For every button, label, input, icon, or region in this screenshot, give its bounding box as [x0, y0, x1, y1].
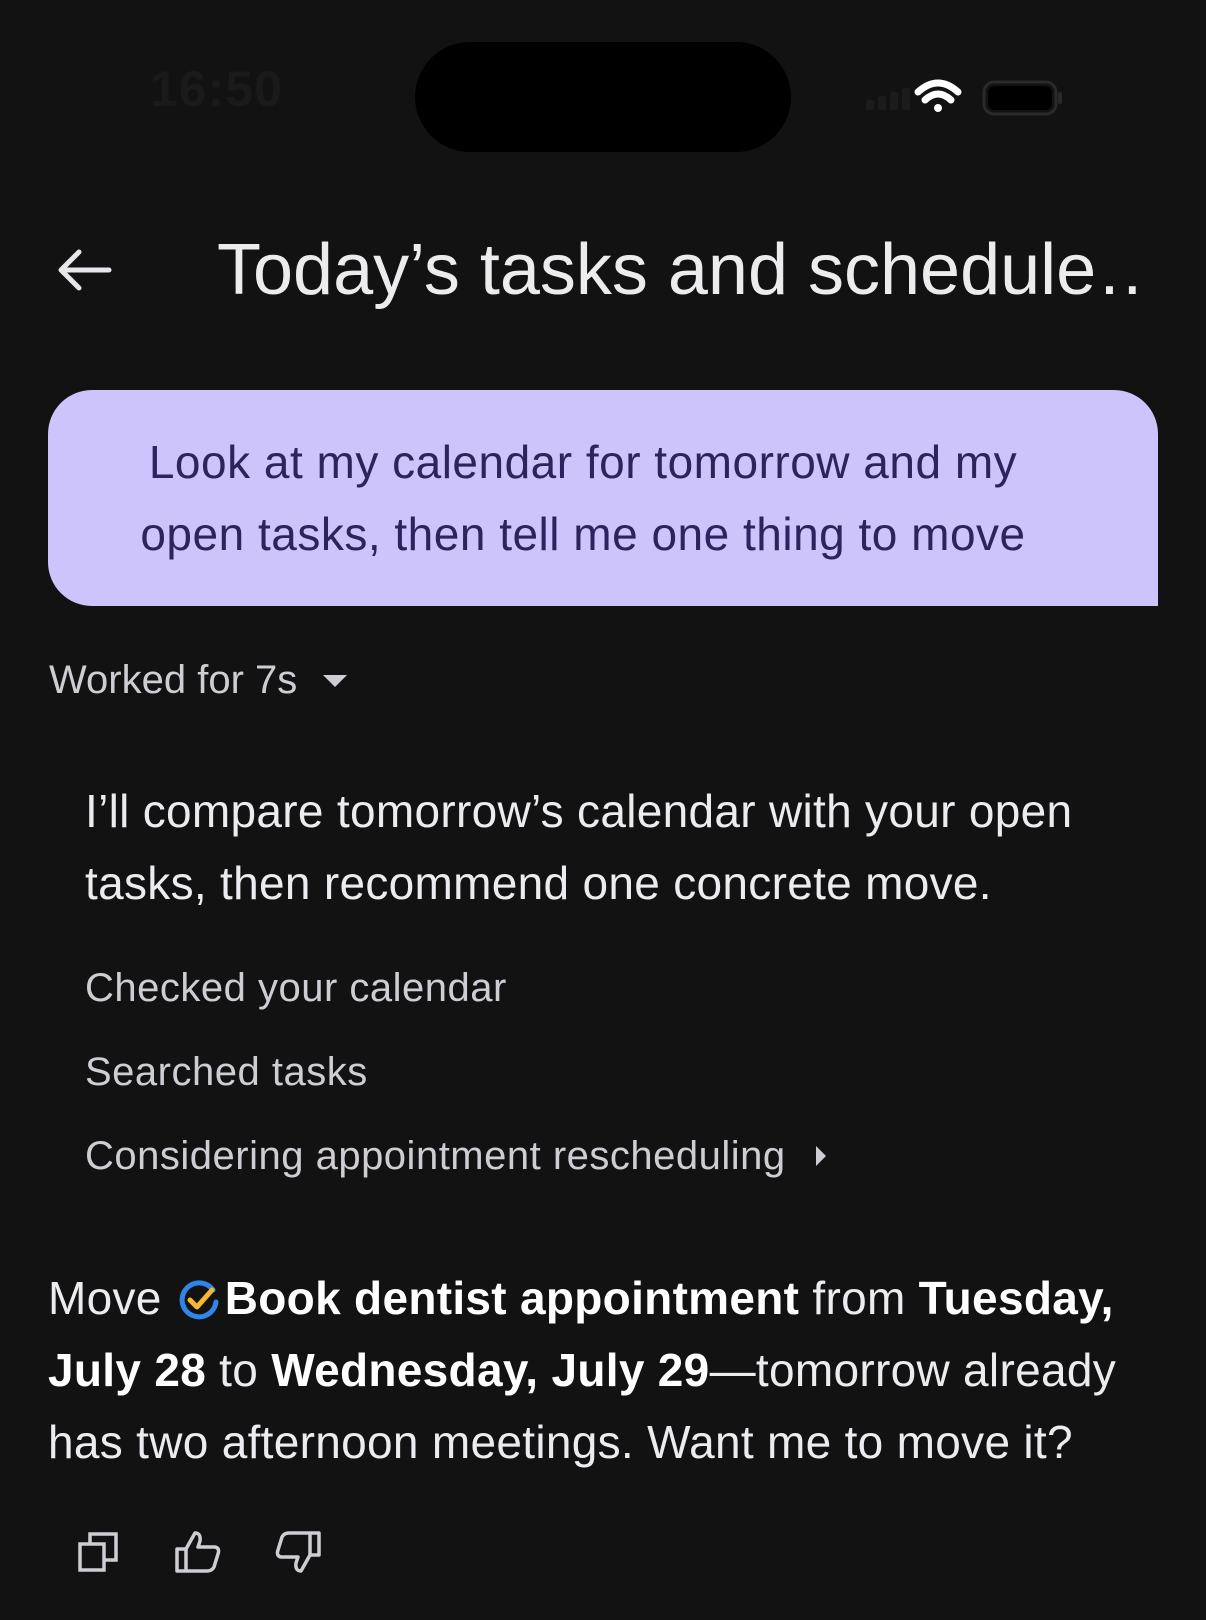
- step-item: Checked your calendar: [85, 964, 826, 1048]
- arrow-left-icon: [58, 249, 112, 291]
- work-steps-list: Checked your calendar Searched tasks Con…: [85, 964, 826, 1216]
- status-time: 16:50: [150, 61, 283, 117]
- dynamic-island: [415, 42, 791, 152]
- step-item: Searched tasks: [85, 1048, 826, 1132]
- step-label: Considering appointment rescheduling: [85, 1134, 786, 1178]
- worked-for-label: Worked for 7s: [49, 658, 298, 702]
- status-bar: 16:50: [0, 0, 1206, 190]
- task-name[interactable]: Book dentist appointment: [225, 1272, 800, 1324]
- task-check-icon[interactable]: [177, 1278, 221, 1322]
- step-label: Searched tasks: [85, 1050, 368, 1094]
- status-icons: [860, 70, 1100, 126]
- assistant-thinking-text: I’ll compare tomorrow’s calendar with yo…: [85, 785, 1073, 909]
- copy-icon: [78, 1532, 118, 1572]
- step-label: Checked your calendar: [85, 966, 507, 1010]
- user-message-text: Look at my calendar for tomorrow and my …: [140, 436, 1026, 560]
- page-title: Today’s tasks and schedule…: [217, 230, 1147, 310]
- caret-down-icon: [323, 674, 348, 687]
- thumbs-down-button[interactable]: [272, 1526, 324, 1578]
- answer-prefix: Move: [48, 1272, 175, 1324]
- to-date: Wednesday, July 29: [271, 1344, 710, 1396]
- step-item-expandable[interactable]: Considering appointment rescheduling: [85, 1132, 826, 1216]
- copy-button[interactable]: [72, 1526, 124, 1578]
- wifi-icon: [914, 79, 962, 112]
- back-button[interactable]: [40, 238, 126, 302]
- assistant-answer: Move Book dentist appointment from Tuesd…: [48, 1262, 1178, 1478]
- signal-icon: [866, 88, 910, 110]
- user-message-bubble: Look at my calendar for tomorrow and my …: [48, 390, 1158, 606]
- caret-right-icon: [815, 1146, 826, 1166]
- battery-icon: [982, 80, 1062, 116]
- thumbs-down-icon: [275, 1531, 321, 1573]
- thumbs-up-button[interactable]: [172, 1526, 224, 1578]
- worked-for-toggle[interactable]: Worked for 7s: [49, 658, 348, 703]
- thumbs-up-icon: [175, 1531, 221, 1573]
- answer-to-word: to: [206, 1344, 272, 1396]
- message-actions: [72, 1526, 324, 1578]
- app-bar: Today’s tasks and schedule…: [0, 220, 1206, 320]
- answer-from-word: from: [799, 1272, 919, 1324]
